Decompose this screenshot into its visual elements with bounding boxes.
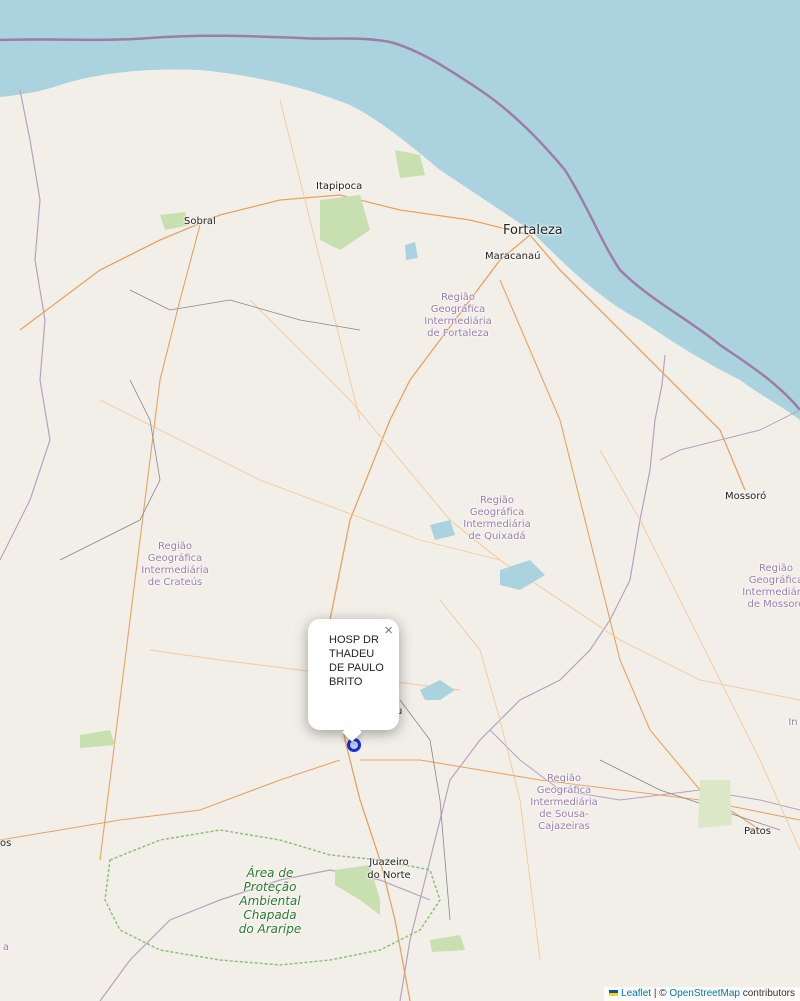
edge-label-right: In xyxy=(788,717,798,728)
popup-content: HOSP DR THADEU DE PAULO BRITO xyxy=(329,634,384,688)
region-label-quixada: Região Geográfica Intermediária de Quixa… xyxy=(463,495,531,542)
city-label-itapipoca: Itapipoca xyxy=(316,181,363,192)
map-container[interactable]: Fortaleza Maracanaú Itapipoca Sobral Mos… xyxy=(0,0,800,1001)
edge-label-left: os xyxy=(0,838,12,849)
city-label-mossoro: Mossoró xyxy=(725,491,767,502)
region-label-mossoro: Região Geográfica Intermediária de Mosso… xyxy=(742,563,800,610)
edge-label-left-bottom: a xyxy=(2,942,10,953)
region-label-fortaleza: Região Geográfica Intermediária de Forta… xyxy=(424,292,492,339)
map-attribution: Leaflet | © OpenStreetMap contributors xyxy=(604,987,800,1001)
attribution-separator: | © xyxy=(651,988,670,999)
region-label-crateus: Região Geográfica Intermediária de Crate… xyxy=(141,541,209,588)
map-tiles xyxy=(0,0,800,1001)
city-label-patos: Patos xyxy=(744,826,771,837)
attribution-suffix: contributors xyxy=(739,988,795,999)
city-label-fortaleza: Fortaleza xyxy=(503,223,563,238)
region-label-sousa-cajazeiras: Região Geográfica Intermediária de Sousa… xyxy=(530,773,598,832)
map-popup: × HOSP DR THADEU DE PAULO BRITO xyxy=(308,619,399,742)
openstreetmap-link[interactable]: OpenStreetMap xyxy=(669,988,740,999)
city-label-maracanau: Maracanaú xyxy=(485,251,541,262)
park-label-chapada-do-araripe: Área de Proteção Ambiental Chapada do Ar… xyxy=(238,866,302,936)
hospital-marker[interactable] xyxy=(347,738,361,752)
leaflet-link[interactable]: Leaflet xyxy=(621,988,651,999)
ukraine-flag-icon xyxy=(609,990,619,997)
popup-close-button[interactable]: × xyxy=(384,623,393,639)
city-label-sobral: Sobral xyxy=(184,216,216,227)
city-label-juazeiro-do-norte: Juazeiro do Norte xyxy=(367,857,411,881)
